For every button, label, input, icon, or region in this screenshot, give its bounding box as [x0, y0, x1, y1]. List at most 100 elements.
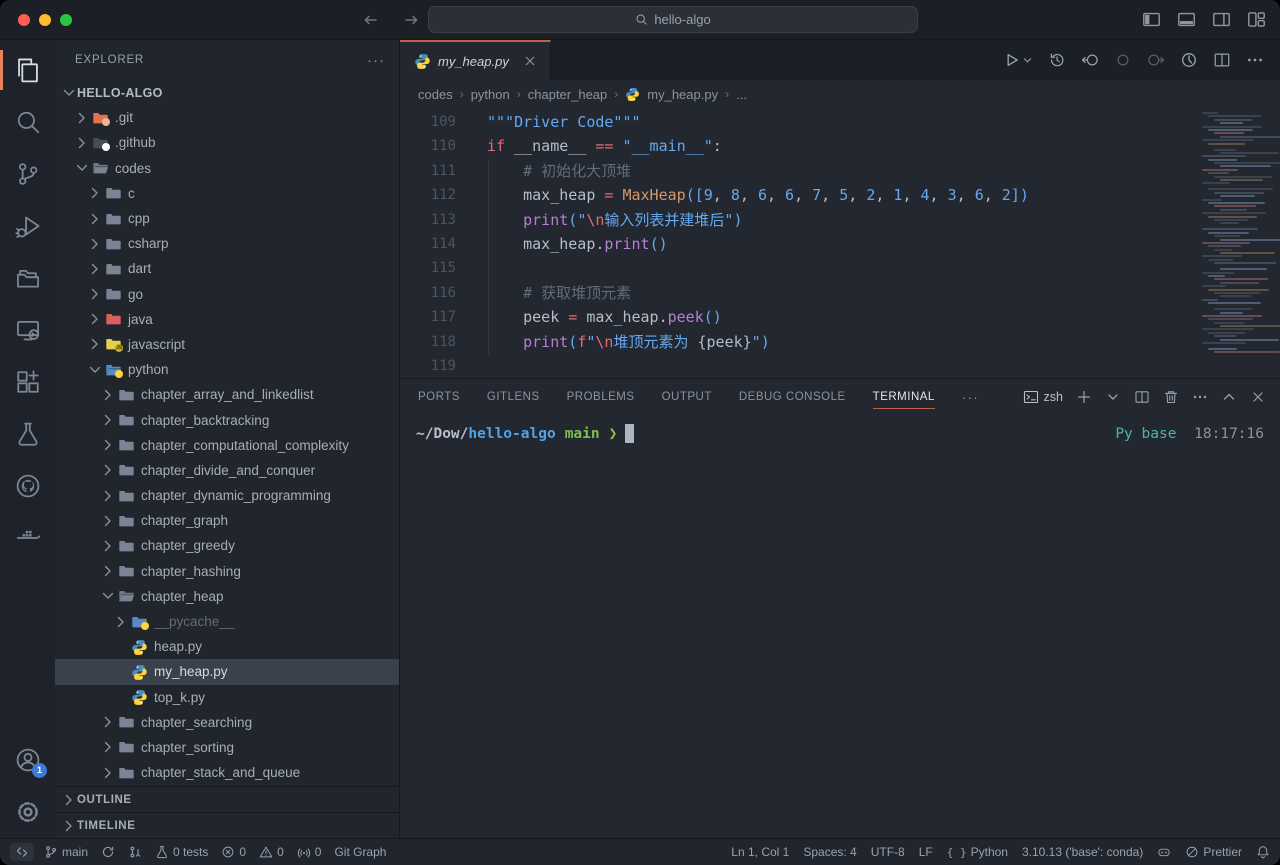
status-prettier[interactable]: Prettier [1185, 845, 1242, 859]
tree-item-cpp[interactable]: cpp [55, 206, 399, 231]
gitlens-file-annotations-icon[interactable] [1180, 51, 1198, 69]
tree-item-chapter-computational-complexity[interactable]: chapter_computational_complexity [55, 433, 399, 458]
tree-item-c[interactable]: c [55, 181, 399, 206]
terminal-shell-select[interactable]: zsh [1023, 389, 1063, 405]
panel-tab-debug-console[interactable]: DEBUG CONSOLE [739, 379, 846, 414]
tree-item-hello-algo[interactable]: HELLO-ALGO [55, 80, 399, 105]
command-center-search[interactable]: hello-algo [428, 6, 918, 33]
tree-item-chapter-sorting[interactable]: chapter_sorting [55, 735, 399, 760]
minimap[interactable] [1196, 108, 1280, 353]
status-copilot[interactable] [1157, 845, 1171, 859]
tree-item--pycache-[interactable]: __pycache__ [55, 609, 399, 634]
status-cursor-position[interactable]: Ln 1, Col 1 [731, 845, 789, 859]
tree-item-chapter-greedy[interactable]: chapter_greedy [55, 533, 399, 558]
open-changes-icon[interactable] [1114, 51, 1132, 69]
navigate-forward-icon[interactable] [402, 11, 420, 29]
activity-bar-item-source-control[interactable] [0, 148, 55, 200]
toggle-primary-sidebar-icon[interactable] [1142, 10, 1161, 29]
tree-item-chapter-searching[interactable]: chapter_searching [55, 710, 399, 735]
breadcrumb-item--[interactable]: ... [736, 87, 747, 102]
activity-bar-item-accounts[interactable]: 1 [0, 734, 55, 786]
kill-terminal-icon[interactable] [1163, 389, 1179, 405]
close-tab-icon[interactable] [522, 53, 538, 69]
close-button[interactable] [18, 14, 30, 26]
open-changes-next-icon[interactable] [1147, 51, 1165, 69]
panel-tab-output[interactable]: OUTPUT [662, 379, 712, 414]
maximize-panel-icon[interactable] [1221, 389, 1237, 405]
activity-bar-item-github[interactable] [0, 460, 55, 512]
terminal-dropdown-icon[interactable] [1105, 389, 1121, 405]
customize-layout-icon[interactable] [1247, 10, 1266, 29]
tree-item-java[interactable]: java [55, 307, 399, 332]
status-indentation[interactable]: Spaces: 4 [803, 845, 856, 859]
breadcrumb-item-codes[interactable]: codes [418, 87, 453, 102]
activity-bar-item-testing[interactable] [0, 408, 55, 460]
navigate-back-icon[interactable] [362, 11, 380, 29]
activity-bar-item-search[interactable] [0, 96, 55, 148]
tree-item-chapter-backtracking[interactable]: chapter_backtracking [55, 407, 399, 432]
close-panel-icon[interactable] [1250, 389, 1266, 405]
activity-bar-item-run-and-debug[interactable] [0, 200, 55, 252]
status-gitlens[interactable] [128, 845, 142, 859]
sidebar-section-timeline[interactable]: TIMELINE [55, 812, 399, 838]
status-language-mode[interactable]: { }Python [947, 845, 1008, 859]
status-ports[interactable]: 0 [297, 845, 322, 859]
panel-tab-problems[interactable]: PROBLEMS [567, 379, 635, 414]
panel-tab-terminal[interactable]: TERMINAL [873, 379, 935, 414]
more-actions-icon[interactable] [1246, 51, 1264, 69]
tree-item-chapter-divide-and-conquer[interactable]: chapter_divide_and_conquer [55, 458, 399, 483]
status-python-interpreter[interactable]: 3.10.13 ('base': conda) [1022, 845, 1143, 859]
tree-item-javascript[interactable]: JSjavascript [55, 332, 399, 357]
tree-item-heap-py[interactable]: heap.py [55, 634, 399, 659]
terminal[interactable]: ~/Dow/hello-algomain❯ Py base 18:17:16 [400, 414, 1280, 838]
tree-item-chapter-stack-and-queue[interactable]: chapter_stack_and_queue [55, 760, 399, 785]
code-editor[interactable]: 109"""Driver Code"""110if __name__ == "_… [400, 108, 1280, 378]
tree-item-csharp[interactable]: csharp [55, 231, 399, 256]
explorer-more-actions-icon[interactable]: ··· [367, 52, 385, 69]
panel-tab-gitlens[interactable]: GITLENS [487, 379, 540, 414]
minimize-button[interactable] [39, 14, 51, 26]
status-sync[interactable] [101, 845, 115, 859]
tree-item-top-k-py[interactable]: top_k.py [55, 685, 399, 710]
tab-my-heap-py[interactable]: my_heap.py [400, 40, 551, 80]
tree-item-python[interactable]: python [55, 357, 399, 382]
tree-item--git[interactable]: .git [55, 105, 399, 130]
tree-item-chapter-hashing[interactable]: chapter_hashing [55, 559, 399, 584]
status-remote[interactable] [10, 843, 34, 861]
tree-item-chapter-array-and-linkedlist[interactable]: chapter_array_and_linkedlist [55, 382, 399, 407]
status-eol[interactable]: LF [919, 845, 933, 859]
status-errors[interactable]: 0 [221, 845, 246, 859]
tree-item--github[interactable]: .github [55, 130, 399, 155]
activity-bar-item-docker[interactable] [0, 512, 55, 564]
breadcrumb-item-chapter-heap[interactable]: chapter_heap [528, 87, 608, 102]
more-actions-icon[interactable] [1192, 389, 1208, 405]
run-dropdown-icon[interactable] [1022, 55, 1033, 66]
tree-item-codes[interactable]: codes [55, 156, 399, 181]
tree-item-dart[interactable]: dart [55, 256, 399, 281]
tree-item-chapter-heap[interactable]: chapter_heap [55, 584, 399, 609]
activity-bar-item-project-manager[interactable] [0, 252, 55, 304]
activity-bar-item-extensions[interactable] [0, 356, 55, 408]
split-terminal-icon[interactable] [1134, 389, 1150, 405]
open-changes-previous-icon[interactable] [1081, 51, 1099, 69]
status-tests[interactable]: 0 tests [155, 845, 208, 859]
tree-item-my-heap-py[interactable]: my_heap.py [55, 659, 399, 684]
run-python-file-icon[interactable] [1002, 51, 1020, 69]
breadcrumb-item-python[interactable]: python [471, 87, 510, 102]
tree-item-chapter-dynamic-programming[interactable]: chapter_dynamic_programming [55, 483, 399, 508]
new-terminal-icon[interactable] [1076, 389, 1092, 405]
status-branch[interactable]: main [44, 845, 88, 859]
sidebar-section-outline[interactable]: OUTLINE [55, 786, 399, 812]
tree-item-go[interactable]: go [55, 282, 399, 307]
toggle-secondary-sidebar-icon[interactable] [1212, 10, 1231, 29]
toggle-panel-icon[interactable] [1177, 10, 1196, 29]
panel-tabs-more-icon[interactable]: ··· [962, 389, 979, 405]
tree-item-chapter-graph[interactable]: chapter_graph [55, 508, 399, 533]
zoom-button[interactable] [60, 14, 72, 26]
status-encoding[interactable]: UTF-8 [871, 845, 905, 859]
file-history-icon[interactable] [1048, 51, 1066, 69]
activity-bar-item-settings[interactable] [0, 786, 55, 838]
breadcrumb-item-my-heap-py[interactable]: my_heap.py [647, 87, 718, 102]
status-notifications[interactable] [1256, 845, 1270, 859]
activity-bar-item-explorer[interactable] [0, 44, 55, 96]
